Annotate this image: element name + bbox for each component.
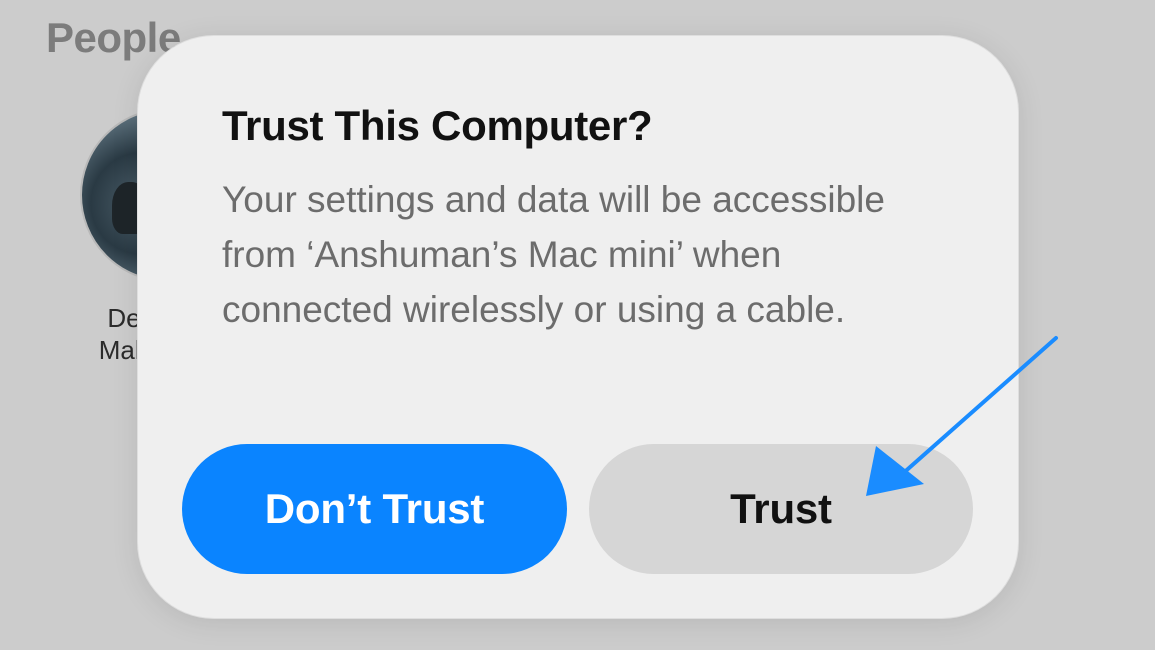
people-section-title: People (46, 14, 181, 61)
trust-button[interactable]: Trust (589, 444, 973, 574)
alert-title: Trust This Computer? (222, 102, 653, 149)
dont-trust-button[interactable]: Don’t Trust (182, 444, 567, 574)
trust-computer-alert: Trust This Computer? Your settings and d… (138, 36, 1018, 618)
alert-message: Your settings and data will be accessibl… (222, 179, 885, 330)
